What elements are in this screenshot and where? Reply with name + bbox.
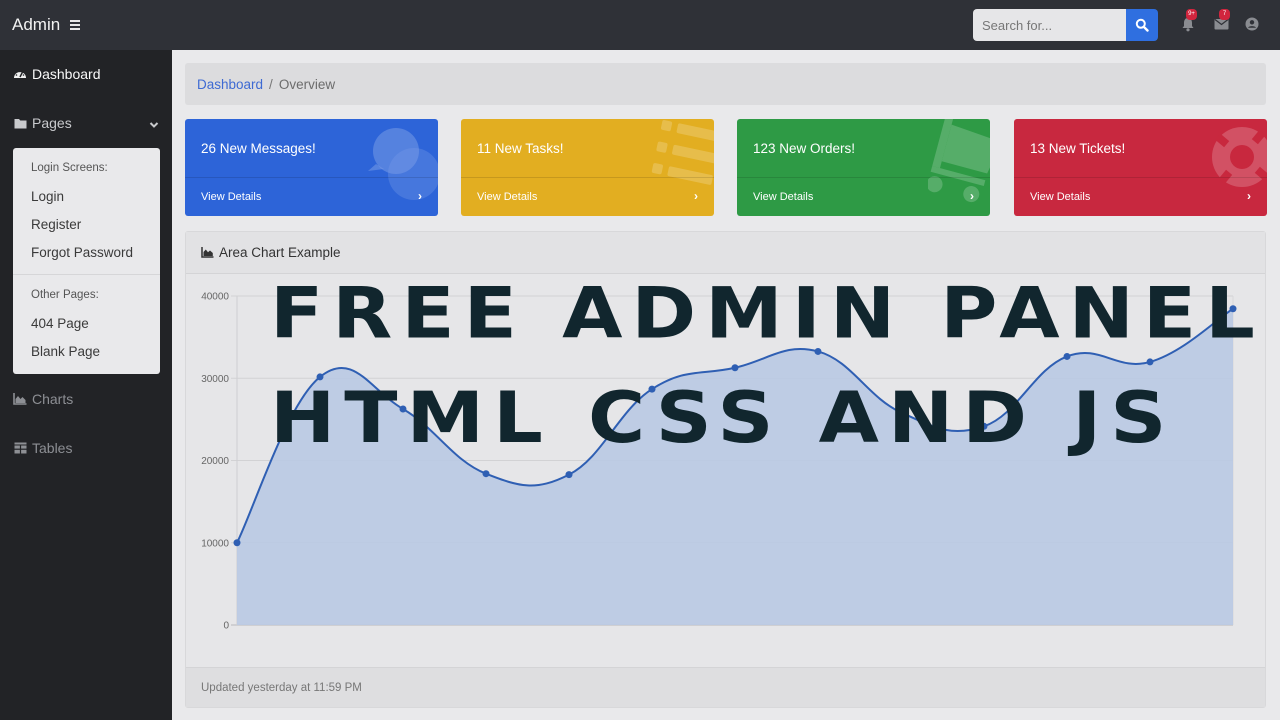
view-details-label: View Details — [753, 191, 814, 203]
breadcrumb-dashboard-link[interactable]: Dashboard — [197, 77, 263, 92]
data-point-mar-7 — [731, 364, 739, 372]
view-details-link[interactable]: View Details › — [1014, 177, 1267, 216]
data-point-mar-1 — [233, 539, 241, 547]
chevron-right-icon: › — [694, 189, 698, 203]
y-tick-label: 10000 — [201, 538, 229, 549]
y-tick-label: 30000 — [201, 374, 229, 385]
view-details-link[interactable]: View Details › — [461, 177, 714, 216]
dropdown-item-login[interactable]: Login — [31, 189, 64, 204]
breadcrumb-separator: / — [269, 76, 273, 92]
search-icon — [1135, 18, 1149, 32]
chevron-down-icon — [149, 116, 159, 132]
sidebar-item-label: Tables — [32, 440, 73, 456]
y-tick-label: 20000 — [201, 456, 229, 467]
data-point-mar-11 — [1063, 352, 1071, 360]
data-point-mar-2 — [316, 373, 324, 381]
view-details-label: View Details — [1030, 191, 1091, 203]
chevron-right-icon: › — [970, 189, 974, 203]
sidebar-item-label: Dashboard — [32, 66, 101, 82]
sidebar-item-charts[interactable]: Charts — [0, 384, 172, 414]
breadcrumb-current: Overview — [278, 76, 336, 92]
area-chart: 010000200003000040000Mar 1Mar 2Mar 3Mar … — [201, 292, 1237, 632]
search-input[interactable] — [973, 9, 1126, 41]
dropdown-item-register[interactable]: Register — [31, 217, 81, 232]
breadcrumb: Dashboard / Overview — [185, 63, 1266, 105]
data-point-mar-5 — [565, 471, 573, 479]
card-title: 11 New Tasks! — [477, 141, 564, 156]
sidebar-item-tables[interactable]: Tables — [0, 433, 172, 463]
alerts-badge: 9+ — [1186, 9, 1197, 20]
orders-card: 123 New Orders! View Details › — [737, 119, 990, 216]
chart-updated-text: Updated yesterday at 11:59 PM — [201, 681, 362, 694]
tickets-card: 13 New Tickets! View Details › — [1014, 119, 1267, 216]
area-fill — [237, 308, 1233, 625]
dropdown-header: Login Screens: — [31, 162, 108, 174]
sidebar-item-dashboard[interactable]: Dashboard — [0, 59, 172, 89]
folder-icon — [13, 116, 27, 130]
chevron-right-icon: › — [418, 189, 422, 203]
data-point-mar-6 — [648, 385, 656, 393]
data-point-mar-8 — [814, 347, 822, 355]
card-title: 26 New Messages! — [201, 141, 316, 156]
view-details-label: View Details — [477, 191, 538, 203]
messages-badge: 7 — [1219, 9, 1230, 20]
dropdown-item-forgot-password[interactable]: Forgot Password — [31, 245, 133, 260]
search-button[interactable] — [1126, 9, 1158, 41]
chevron-right-icon: › — [1247, 189, 1251, 203]
y-tick-label: 40000 — [201, 292, 229, 303]
search-form — [973, 9, 1158, 41]
brand-title[interactable]: Admin — [12, 15, 60, 35]
messages-card: 26 New Messages! View Details › — [185, 119, 438, 216]
sidebar-item-pages[interactable]: Pages — [0, 108, 172, 138]
card-title: 123 New Orders! — [753, 141, 856, 156]
data-point-mar-9 — [897, 408, 905, 416]
user-circle-icon — [1245, 17, 1259, 31]
dropdown-header: Other Pages: — [31, 289, 99, 301]
user-menu-button[interactable] — [1242, 14, 1262, 34]
data-point-mar-13 — [1229, 305, 1237, 313]
view-details-link[interactable]: View Details › — [737, 177, 990, 216]
sidebar-item-label: Charts — [32, 391, 74, 407]
data-point-mar-10 — [980, 422, 988, 430]
tachometer-icon — [13, 67, 27, 81]
area-chart-icon — [13, 392, 27, 406]
messages-button[interactable]: 7 — [1211, 9, 1231, 34]
data-point-mar-4 — [482, 470, 490, 478]
data-point-mar-12 — [1146, 358, 1154, 366]
view-details-label: View Details — [201, 191, 262, 203]
dropdown-divider — [13, 274, 160, 275]
y-tick-label: 0 — [223, 621, 229, 632]
tasks-card: 11 New Tasks! View Details › — [461, 119, 714, 216]
dropdown-item-404-page[interactable]: 404 Page — [31, 316, 89, 331]
sidebar-item-label: Pages — [32, 115, 72, 131]
top-navbar: Admin 9+ 7 — [0, 0, 1280, 50]
view-details-link[interactable]: View Details › — [185, 177, 438, 216]
data-point-mar-3 — [399, 405, 407, 413]
hamburger-icon[interactable] — [70, 20, 81, 30]
pages-dropdown-menu: Login Screens: Login Register Forgot Pas… — [13, 148, 160, 374]
card-title: 13 New Tickets! — [1030, 141, 1126, 156]
dropdown-item-blank-page[interactable]: Blank Page — [31, 344, 100, 359]
alerts-button[interactable]: 9+ — [1178, 9, 1198, 34]
chart-card-footer: Updated yesterday at 11:59 PM — [186, 667, 1265, 707]
sidebar: Dashboard Pages Login Screens: Login Reg… — [0, 50, 172, 720]
brand: Admin — [12, 15, 81, 35]
table-icon — [13, 441, 27, 455]
